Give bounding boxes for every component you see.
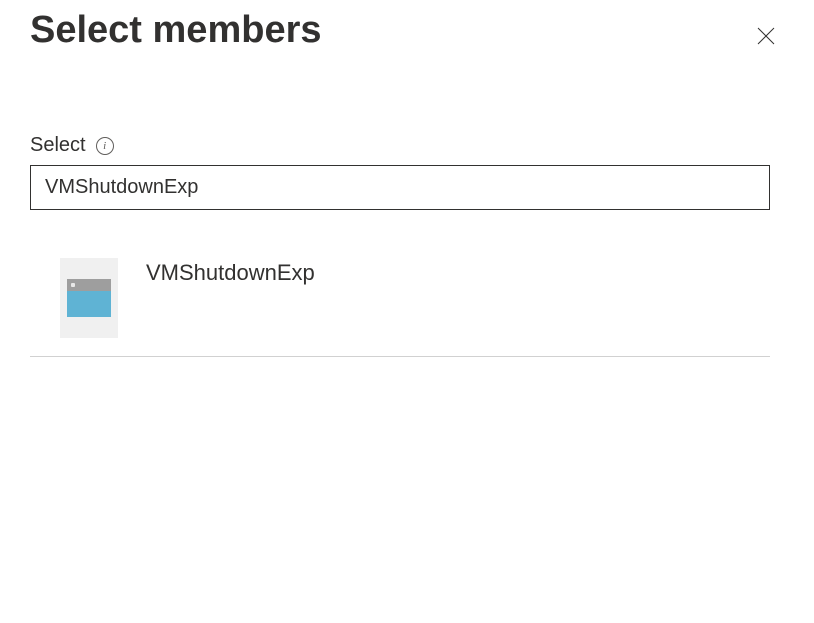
panel-title: Select members <box>30 8 322 54</box>
panel-header: Select members <box>30 0 784 54</box>
result-item[interactable]: VMShutdownExp <box>30 258 784 356</box>
close-icon <box>756 26 776 46</box>
results-list: VMShutdownExp <box>30 258 784 357</box>
info-icon[interactable]: i <box>96 137 114 155</box>
select-members-panel: Select members Select i VMShutdownExp <box>0 0 814 623</box>
result-icon-container <box>60 258 118 338</box>
result-name: VMShutdownExp <box>146 258 315 286</box>
search-label: Select <box>30 134 86 157</box>
results-divider <box>30 356 770 357</box>
search-input[interactable] <box>30 165 770 210</box>
close-button[interactable] <box>748 18 784 54</box>
app-icon <box>67 279 111 317</box>
field-label-row: Select i <box>30 134 784 157</box>
search-section: Select i <box>30 134 784 210</box>
